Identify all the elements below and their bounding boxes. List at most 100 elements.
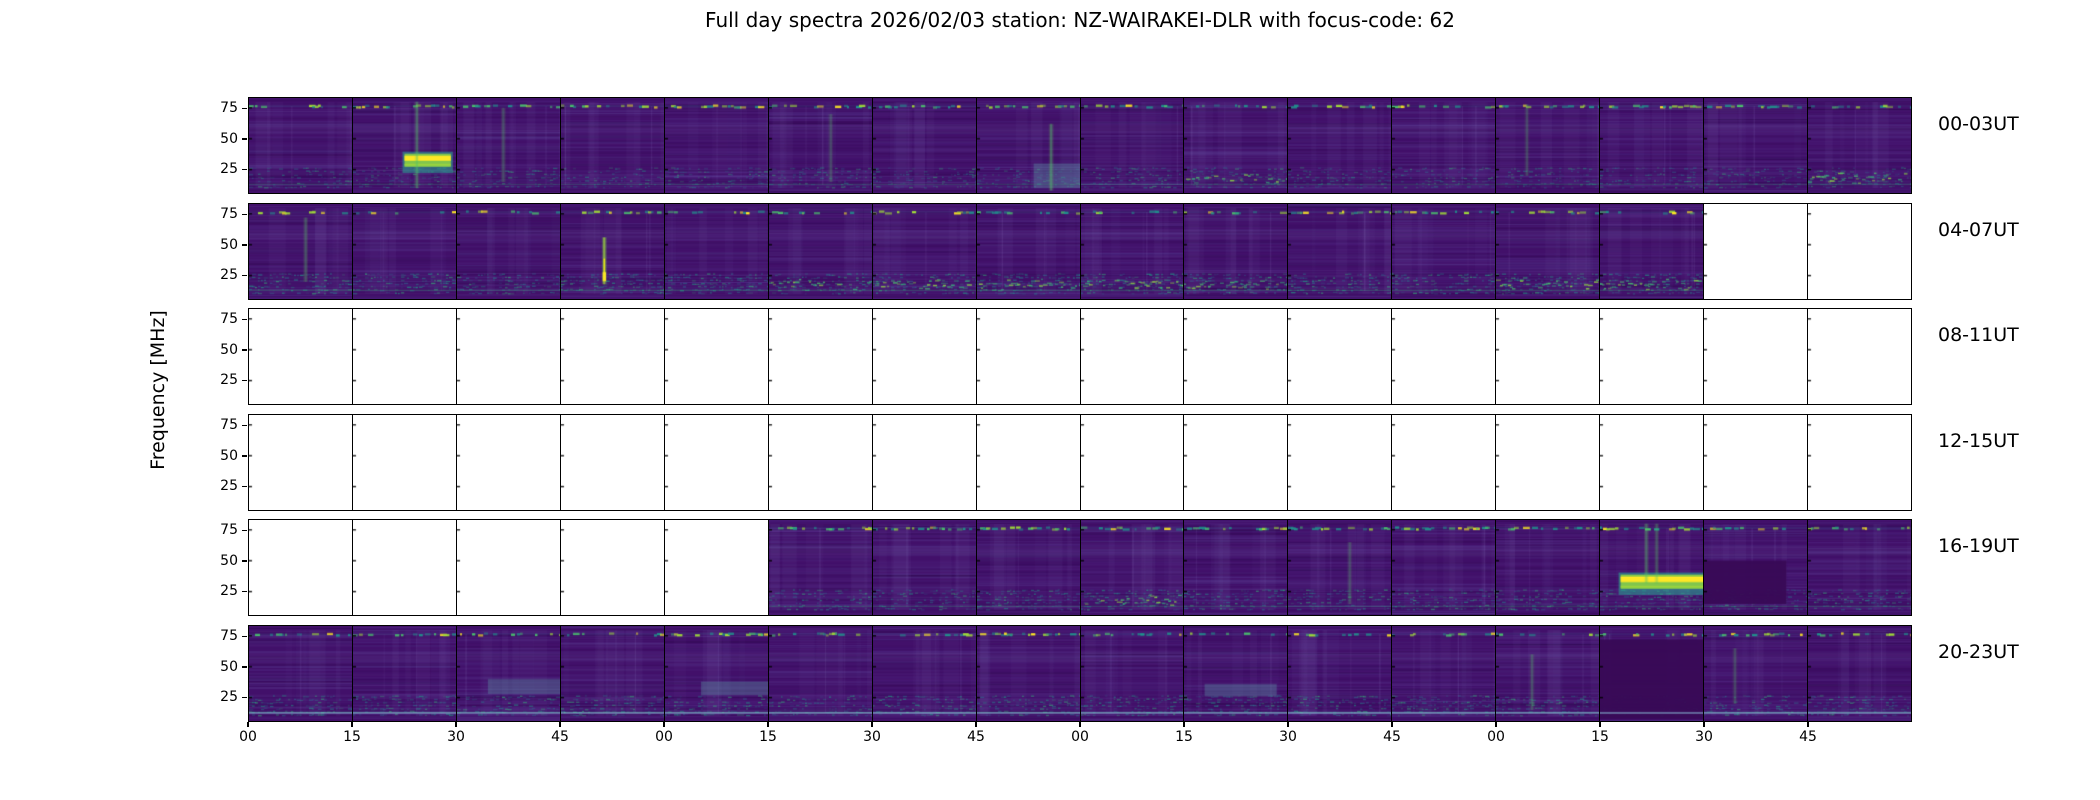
y-tick-label: 75 — [220, 206, 238, 223]
spectrogram-panel — [1496, 626, 1601, 721]
no-data-panel — [976, 309, 1081, 404]
y-axis-tick — [242, 635, 247, 638]
no-data-panel — [1184, 309, 1289, 404]
no-data-panel — [1080, 415, 1185, 510]
no-data-panel — [872, 415, 977, 510]
spectra-row-16-19UT — [248, 519, 1912, 616]
spectrogram-panel — [1704, 520, 1809, 615]
x-axis-tick — [1287, 722, 1289, 727]
spectrogram-panel — [456, 98, 561, 193]
spectrogram-panel — [1600, 98, 1705, 193]
x-tick-label: 30 — [1279, 729, 1297, 745]
x-axis-tick — [663, 722, 665, 727]
x-tick-label: 30 — [1695, 729, 1713, 745]
y-axis-tick — [242, 529, 247, 532]
no-data-panel — [1808, 204, 1911, 299]
x-tick-label: 30 — [447, 729, 465, 745]
no-data-panel — [768, 415, 873, 510]
no-data-panel — [249, 415, 353, 510]
y-tick-label: 50 — [220, 130, 238, 147]
y-axis-tick — [242, 168, 247, 171]
y-axis-tick — [242, 138, 247, 140]
no-data-panel — [768, 309, 873, 404]
x-axis-tick — [559, 722, 561, 727]
no-data-panel — [1600, 415, 1705, 510]
spectrogram-panel — [1600, 204, 1705, 299]
no-data-panel — [664, 415, 769, 510]
x-axis-tick — [1495, 722, 1497, 727]
spectrogram-panel — [1600, 626, 1705, 721]
no-data-panel — [560, 520, 665, 615]
spectra-row-20-23UT — [248, 625, 1912, 722]
no-data-panel — [976, 415, 1081, 510]
spectrogram-panel — [1184, 520, 1289, 615]
spectrogram-panel — [1288, 626, 1393, 721]
y-tick-label: 25 — [220, 478, 238, 495]
y-axis-tick — [242, 379, 247, 382]
spectrogram-panel — [1808, 98, 1911, 193]
x-tick-label: 15 — [1591, 729, 1609, 745]
x-axis-tick — [871, 722, 873, 727]
y-axis-tick — [242, 318, 247, 321]
no-data-panel — [560, 309, 665, 404]
figure-title: Full day spectra 2026/02/03 station: NZ-… — [705, 8, 1455, 32]
no-data-panel — [1392, 415, 1497, 510]
no-data-panel — [1392, 309, 1497, 404]
row-time-label: 04-07UT — [1938, 219, 2019, 241]
row-time-label: 12-15UT — [1938, 430, 2019, 452]
no-data-panel — [664, 309, 769, 404]
no-data-panel — [249, 520, 353, 615]
spectrogram-panel — [1808, 626, 1911, 721]
x-tick-label: 15 — [343, 729, 361, 745]
y-tick-label: 50 — [220, 341, 238, 358]
no-data-panel — [664, 520, 769, 615]
row-time-label: 20-23UT — [1938, 641, 2019, 663]
x-tick-label: 00 — [655, 729, 673, 745]
spectrogram-panel — [976, 626, 1081, 721]
row-time-label: 16-19UT — [1938, 535, 2019, 557]
x-axis-tick — [975, 722, 977, 727]
y-axis-tick — [242, 244, 247, 246]
x-tick-label: 00 — [1071, 729, 1089, 745]
spectrogram-panel — [872, 98, 977, 193]
spectrogram-panel — [1080, 520, 1185, 615]
x-axis-tick — [351, 722, 353, 727]
x-tick-label: 00 — [239, 729, 257, 745]
no-data-panel — [1288, 415, 1393, 510]
spectrogram-panel — [872, 626, 977, 721]
spectrogram-panel — [1808, 520, 1911, 615]
spectrogram-panel — [249, 98, 353, 193]
spectra-row-08-11UT — [248, 308, 1912, 405]
no-data-panel — [1600, 309, 1705, 404]
y-tick-label: 50 — [220, 658, 238, 675]
spectrogram-panel — [456, 626, 561, 721]
no-data-panel — [249, 309, 353, 404]
spectrogram-panel — [1288, 98, 1393, 193]
no-data-panel — [1808, 415, 1911, 510]
spectrogram-panel — [560, 204, 665, 299]
spectrogram-panel — [352, 98, 457, 193]
x-axis-tick — [767, 722, 769, 727]
y-tick-label: 75 — [220, 522, 238, 539]
x-tick-label: 15 — [1175, 729, 1193, 745]
y-tick-label: 75 — [220, 100, 238, 117]
x-tick-label: 15 — [759, 729, 777, 745]
no-data-panel — [1808, 309, 1911, 404]
spectrogram-panel — [352, 626, 457, 721]
y-axis-tick — [242, 213, 247, 216]
spectrogram-panel — [1704, 98, 1809, 193]
spectrogram-panel — [664, 204, 769, 299]
no-data-panel — [456, 415, 561, 510]
spectrogram-panel — [1392, 626, 1497, 721]
x-tick-label: 45 — [551, 729, 569, 745]
no-data-panel — [1704, 309, 1809, 404]
y-tick-label: 50 — [220, 447, 238, 464]
y-axis-tick — [242, 696, 247, 699]
spectrogram-panel — [768, 520, 873, 615]
spectra-row-12-15UT — [248, 414, 1912, 511]
spectrogram-panel — [560, 98, 665, 193]
spectrogram-panel — [456, 204, 561, 299]
spectrogram-panel — [1080, 98, 1185, 193]
y-tick-label: 75 — [220, 417, 238, 434]
spectrogram-panel — [768, 626, 873, 721]
